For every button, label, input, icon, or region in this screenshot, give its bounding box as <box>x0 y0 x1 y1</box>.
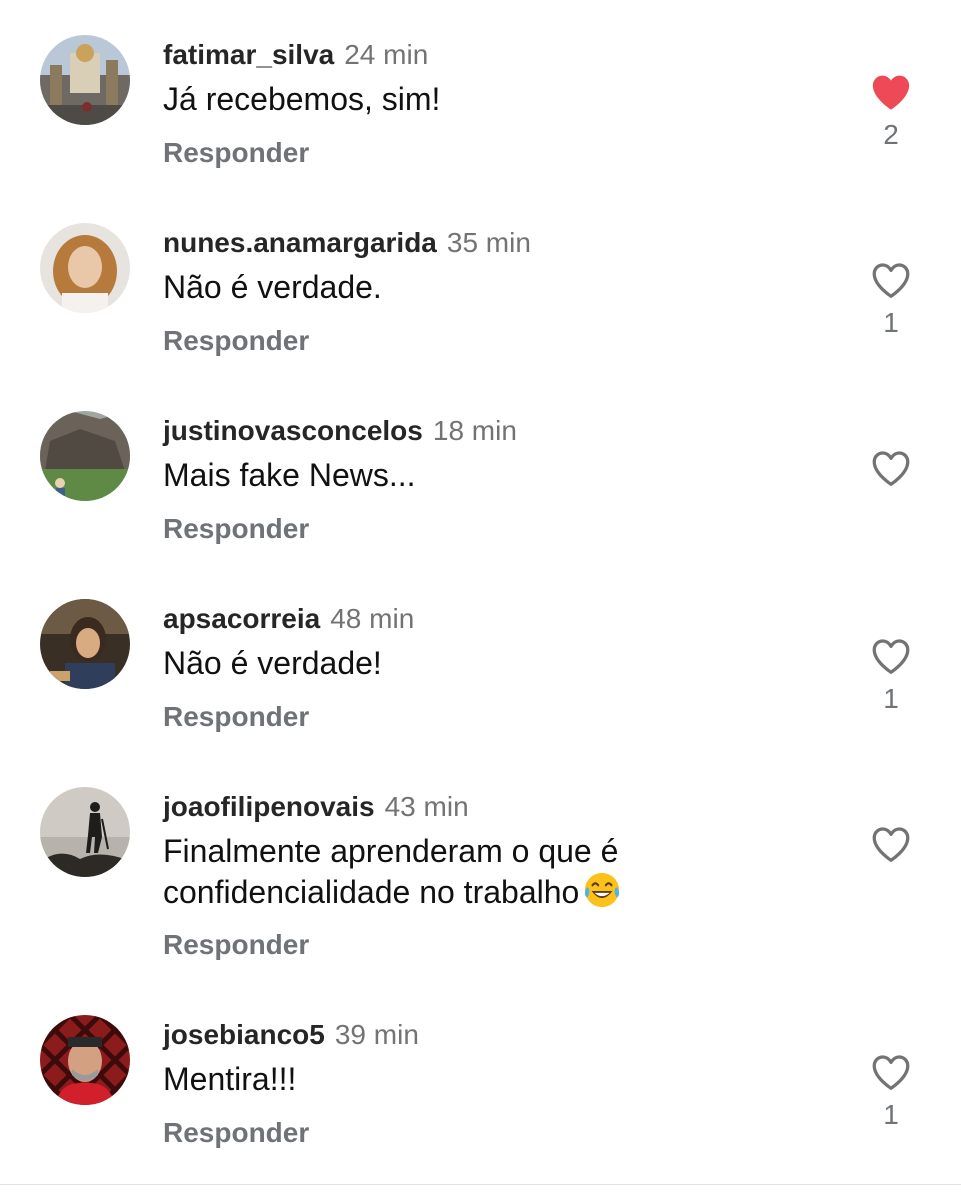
avatar[interactable] <box>40 411 130 501</box>
heart-outline-icon <box>872 827 910 862</box>
reply-button[interactable]: Responder <box>163 1115 309 1151</box>
divider <box>0 1184 961 1185</box>
username[interactable]: apsacorreia <box>163 603 320 634</box>
like-button[interactable] <box>864 825 918 871</box>
reply-button[interactable]: Responder <box>163 323 309 359</box>
like-count: 1 <box>883 1099 899 1130</box>
heart-filled-icon <box>872 75 910 110</box>
username[interactable]: nunes.anamargarida <box>163 227 437 258</box>
like-count: 1 <box>883 307 899 338</box>
like-button[interactable]: 1 <box>864 1053 918 1131</box>
avatar[interactable] <box>40 35 130 125</box>
comment-text: Não é verdade. <box>163 269 382 305</box>
timestamp: 35 min <box>446 227 531 258</box>
comment-text: Mais fake News... <box>163 457 416 493</box>
like-count: 2 <box>883 119 899 150</box>
heart-outline-icon <box>872 451 910 486</box>
username[interactable]: fatimar_silva <box>163 39 334 70</box>
heart-outline-icon <box>872 639 910 674</box>
comment-text: Mentira!!! <box>163 1061 297 1097</box>
like-button[interactable] <box>864 449 918 495</box>
like-button[interactable]: 1 <box>864 261 918 339</box>
reply-button[interactable]: Responder <box>163 511 309 547</box>
comment-meta: josebianco5 39 min <box>163 1015 419 1055</box>
like-button[interactable]: 2 <box>864 73 918 151</box>
comment-meta: justinovasconcelos 18 min <box>163 411 517 451</box>
timestamp: 18 min <box>432 415 517 446</box>
heart-outline-icon <box>872 263 910 298</box>
comment-text: Finalmente aprenderam o que é confidenci… <box>163 831 803 912</box>
avatar[interactable] <box>40 223 130 313</box>
comment-text: Não é verdade! <box>163 645 382 681</box>
timestamp: 48 min <box>330 603 415 634</box>
avatar[interactable] <box>40 599 130 689</box>
avatar[interactable] <box>40 1015 130 1105</box>
comment-text-content: Finalmente aprenderam o que é confidenci… <box>163 833 619 910</box>
like-count: 1 <box>883 683 899 714</box>
comment-meta: apsacorreia 48 min <box>163 599 414 639</box>
comment-meta: fatimar_silva 24 min <box>163 35 428 75</box>
like-button[interactable]: 1 <box>864 637 918 715</box>
timestamp: 43 min <box>384 791 469 822</box>
face-with-tears-of-joy-icon <box>585 872 620 908</box>
username[interactable]: joaofilipenovais <box>163 791 375 822</box>
timestamp: 24 min <box>344 39 429 70</box>
heart-outline-icon <box>872 1055 910 1090</box>
avatar[interactable] <box>40 787 130 877</box>
reply-button[interactable]: Responder <box>163 699 309 735</box>
username[interactable]: josebianco5 <box>163 1019 325 1050</box>
username[interactable]: justinovasconcelos <box>163 415 423 446</box>
comment-text: Já recebemos, sim! <box>163 81 441 117</box>
comment-meta: joaofilipenovais 43 min <box>163 787 469 827</box>
comment-meta: nunes.anamargarida 35 min <box>163 223 531 263</box>
reply-button[interactable]: Responder <box>163 135 309 171</box>
timestamp: 39 min <box>334 1019 419 1050</box>
reply-button[interactable]: Responder <box>163 927 309 963</box>
